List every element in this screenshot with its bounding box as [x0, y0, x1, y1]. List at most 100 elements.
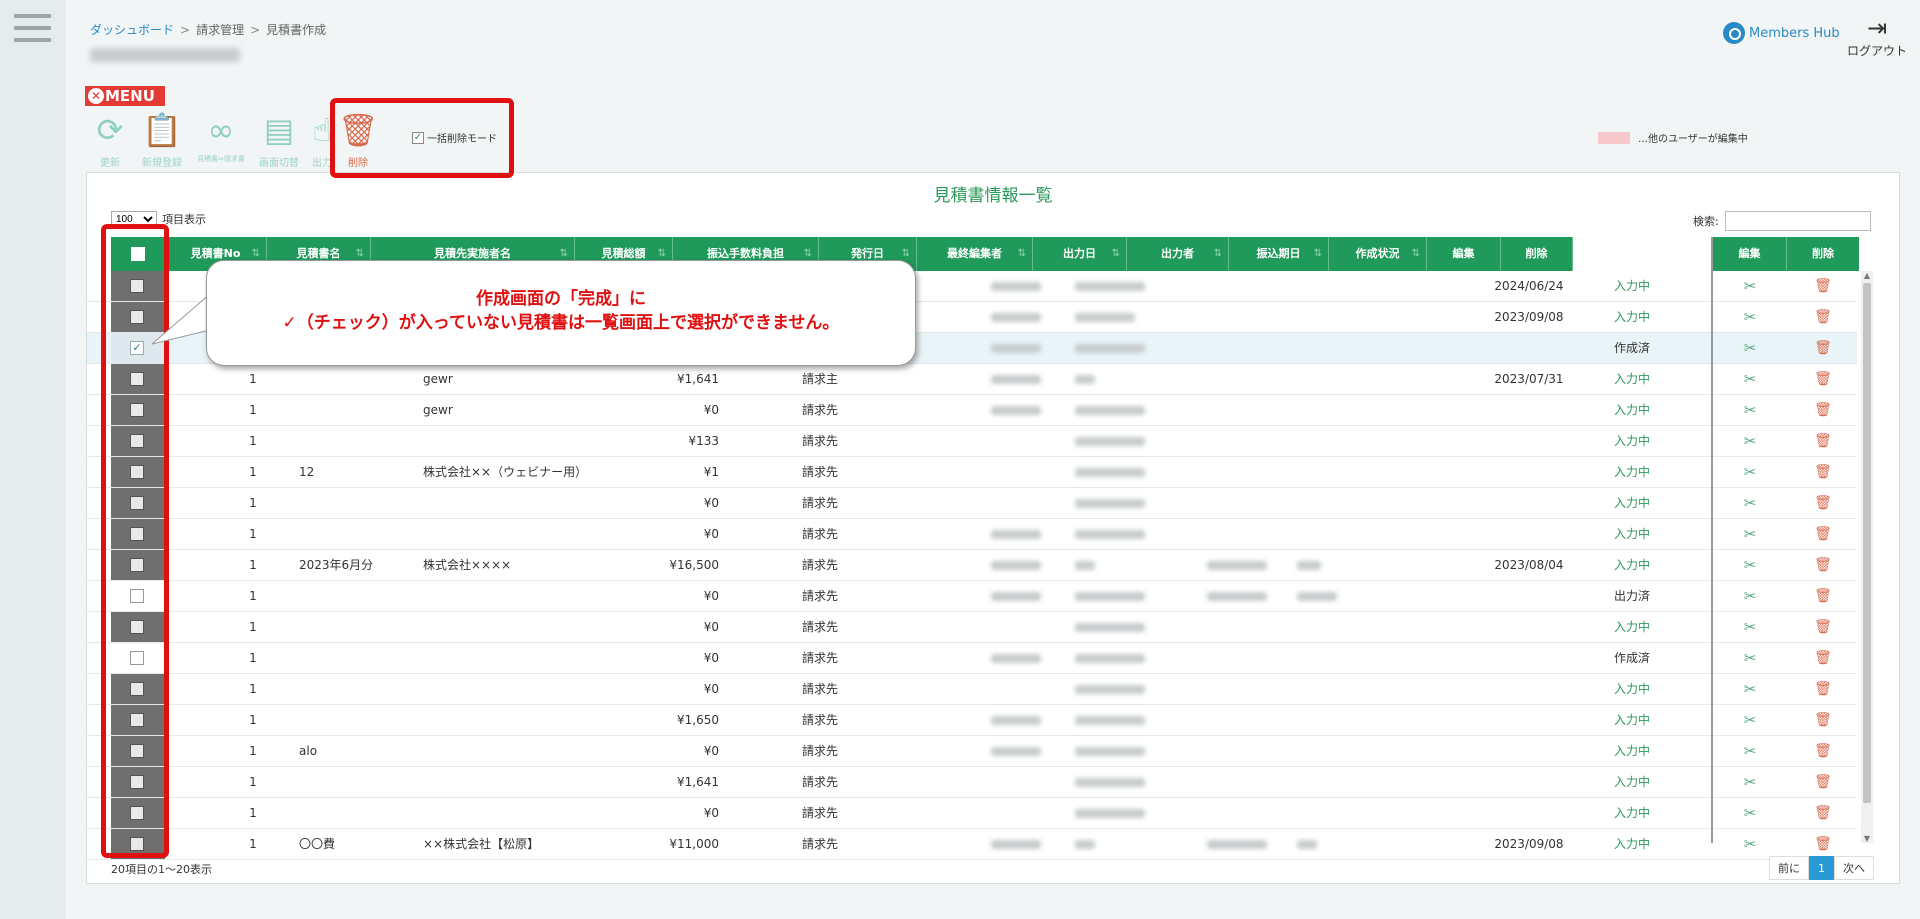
new-button[interactable]: 📋 新規登録: [136, 110, 188, 169]
next-page-button[interactable]: 次へ: [1834, 856, 1874, 880]
edit-wrench-icon[interactable]: ✂: [1713, 395, 1787, 425]
table-row[interactable]: 1 ¥0 請求先 入力中 ✂ 🗑: [87, 612, 1857, 643]
table-row[interactable]: 1 ¥0 請求先 入力中 ✂ 🗑: [87, 519, 1857, 550]
row-checkbox[interactable]: [130, 806, 144, 820]
edit-wrench-icon[interactable]: ✂: [1713, 736, 1787, 766]
table-row[interactable]: 1 2023年6月分 株式会社×××× ¥16,500 請求先 2023/08/04 入力中…: [87, 550, 1857, 581]
edit-wrench-icon[interactable]: ✂: [1713, 271, 1787, 301]
row-checkbox[interactable]: [130, 682, 144, 696]
col-header-pay-date[interactable]: 振込期日 ⇅: [1229, 237, 1329, 271]
search-input[interactable]: [1724, 211, 1871, 231]
row-checkbox[interactable]: [130, 620, 144, 634]
row-checkbox[interactable]: [130, 279, 144, 293]
edit-wrench-icon[interactable]: ✂: [1713, 581, 1787, 611]
row-trash-icon[interactable]: 🗑: [1787, 798, 1859, 828]
edit-wrench-icon[interactable]: ✂: [1713, 705, 1787, 735]
table-row[interactable]: 1 ¥133 請求先 入力中 ✂ 🗑: [87, 426, 1857, 457]
row-checkbox[interactable]: [130, 465, 144, 479]
row-checkbox[interactable]: [130, 713, 144, 727]
row-trash-icon[interactable]: 🗑: [1787, 333, 1859, 363]
row-trash-icon[interactable]: 🗑: [1787, 302, 1859, 332]
row-trash-icon[interactable]: 🗑: [1787, 705, 1859, 735]
bulk-delete-toggle[interactable]: ✓ 一括削除モード: [412, 130, 497, 145]
edit-wrench-icon[interactable]: ✂: [1713, 302, 1787, 332]
table-row[interactable]: 1 ¥1,650 請求先 入力中 ✂ 🗑: [87, 705, 1857, 736]
bulk-delete-checkbox[interactable]: ✓: [412, 131, 424, 144]
scroll-up-icon[interactable]: ▲: [1861, 271, 1873, 280]
row-checkbox[interactable]: [130, 527, 144, 541]
row-checkbox[interactable]: [130, 775, 144, 789]
scroll-down-icon[interactable]: ▼: [1861, 834, 1873, 843]
edit-wrench-icon[interactable]: ✂: [1713, 798, 1787, 828]
breadcrumb-dashboard[interactable]: ダッシュボード: [90, 23, 174, 37]
row-checkbox[interactable]: [130, 372, 144, 386]
row-checkbox[interactable]: [130, 496, 144, 510]
row-trash-icon[interactable]: 🗑: [1787, 426, 1859, 456]
edit-wrench-icon[interactable]: ✂: [1713, 333, 1787, 363]
menu-button[interactable]: ✕ MENU: [85, 86, 165, 106]
col-header-output-date[interactable]: 出力日 ⇅: [1033, 237, 1127, 271]
row-trash-icon[interactable]: 🗑: [1787, 457, 1859, 487]
row-trash-icon[interactable]: 🗑: [1787, 581, 1859, 611]
refresh-button[interactable]: ⟳ 更新: [86, 110, 134, 169]
row-checkbox[interactable]: [130, 651, 144, 665]
table-row[interactable]: 1 gewr ¥1,641 請求主 2023/07/31 入力中 ✂ 🗑: [87, 364, 1857, 395]
row-trash-icon[interactable]: 🗑: [1787, 674, 1859, 704]
row-trash-icon[interactable]: 🗑: [1787, 550, 1859, 580]
table-row[interactable]: 1 〇〇費 ××株式会社【松原】 ¥11,000 請求先 2023/09/08 入力中 ✂ 🗑: [87, 829, 1857, 860]
row-trash-icon[interactable]: 🗑: [1787, 767, 1859, 797]
prev-page-button[interactable]: 前に: [1769, 856, 1809, 880]
vertical-scrollbar[interactable]: ▲ ▼: [1861, 271, 1873, 843]
select-all-checkbox[interactable]: [130, 247, 145, 261]
table-row[interactable]: 1 gewr ¥0 請求先 入力中 ✂ 🗑: [87, 395, 1857, 426]
row-checkbox[interactable]: [130, 434, 144, 448]
edit-wrench-icon[interactable]: ✂: [1713, 767, 1787, 797]
table-row[interactable]: 1 ¥0 請求先 入力中 ✂ 🗑: [87, 488, 1857, 519]
row-trash-icon[interactable]: 🗑: [1787, 519, 1859, 549]
row-checkbox[interactable]: ✓: [130, 341, 144, 355]
delete-button[interactable]: 🗑 削除: [338, 110, 379, 169]
row-trash-icon[interactable]: 🗑: [1787, 612, 1859, 642]
table-row[interactable]: 1 ¥1,641 請求先 入力中 ✂ 🗑: [87, 767, 1857, 798]
page-size-select[interactable]: 100: [111, 211, 157, 227]
convert-button[interactable]: ∞ 見積書⇔請求書: [192, 110, 250, 164]
scroll-thumb[interactable]: [1863, 283, 1871, 803]
row-trash-icon[interactable]: 🗑: [1787, 271, 1859, 301]
output-button[interactable]: ☝ 出力: [308, 110, 336, 169]
table-row[interactable]: 1 ¥0 請求先 入力中 ✂ 🗑: [87, 674, 1857, 705]
row-trash-icon[interactable]: 🗑: [1787, 364, 1859, 394]
row-trash-icon[interactable]: 🗑: [1787, 736, 1859, 766]
col-header-editor[interactable]: 最終編集者 ⇅: [917, 237, 1033, 271]
row-checkbox[interactable]: [130, 403, 144, 417]
edit-wrench-icon[interactable]: ✂: [1713, 519, 1787, 549]
switch-view-button[interactable]: ▤ 画面切替: [254, 110, 304, 169]
row-trash-icon[interactable]: 🗑: [1787, 643, 1859, 673]
edit-wrench-icon[interactable]: ✂: [1713, 364, 1787, 394]
edit-wrench-icon[interactable]: ✂: [1713, 643, 1787, 673]
row-trash-icon[interactable]: 🗑: [1787, 488, 1859, 518]
col-header-outputter[interactable]: 出力者 ⇅: [1127, 237, 1229, 271]
edit-wrench-icon[interactable]: ✂: [1713, 550, 1787, 580]
table-row[interactable]: 1 ¥0 請求先 作成済 ✂ 🗑: [87, 643, 1857, 674]
table-row[interactable]: 1 ¥0 請求先 出力済 ✂ 🗑: [87, 581, 1857, 612]
row-checkbox[interactable]: [130, 744, 144, 758]
edit-wrench-icon[interactable]: ✂: [1713, 674, 1787, 704]
edit-wrench-icon[interactable]: ✂: [1713, 829, 1787, 859]
row-checkbox[interactable]: [130, 837, 144, 851]
row-checkbox[interactable]: [130, 589, 144, 603]
row-checkbox[interactable]: [130, 558, 144, 572]
row-checkbox[interactable]: [130, 310, 144, 324]
edit-wrench-icon[interactable]: ✂: [1713, 457, 1787, 487]
hamburger-menu-icon[interactable]: [14, 14, 51, 42]
edit-wrench-icon[interactable]: ✂: [1713, 488, 1787, 518]
table-row[interactable]: 1 12 株式会社××（ウェビナー用） ¥1 請求先 入力中 ✂ 🗑: [87, 457, 1857, 488]
current-page-button[interactable]: 1: [1809, 856, 1834, 880]
row-trash-icon[interactable]: 🗑: [1787, 395, 1859, 425]
edit-wrench-icon[interactable]: ✂: [1713, 426, 1787, 456]
table-row[interactable]: 1 ¥0 請求先 入力中 ✂ 🗑: [87, 798, 1857, 829]
table-row[interactable]: 1 alo ¥0 請求先 入力中 ✂ 🗑: [87, 736, 1857, 767]
breadcrumb-billing[interactable]: 請求管理: [196, 23, 244, 37]
row-trash-icon[interactable]: 🗑: [1787, 829, 1859, 859]
logout-button[interactable]: ⇥ ログアウト: [1845, 14, 1909, 59]
col-header-state[interactable]: 作成状況 ⇅: [1329, 237, 1427, 271]
